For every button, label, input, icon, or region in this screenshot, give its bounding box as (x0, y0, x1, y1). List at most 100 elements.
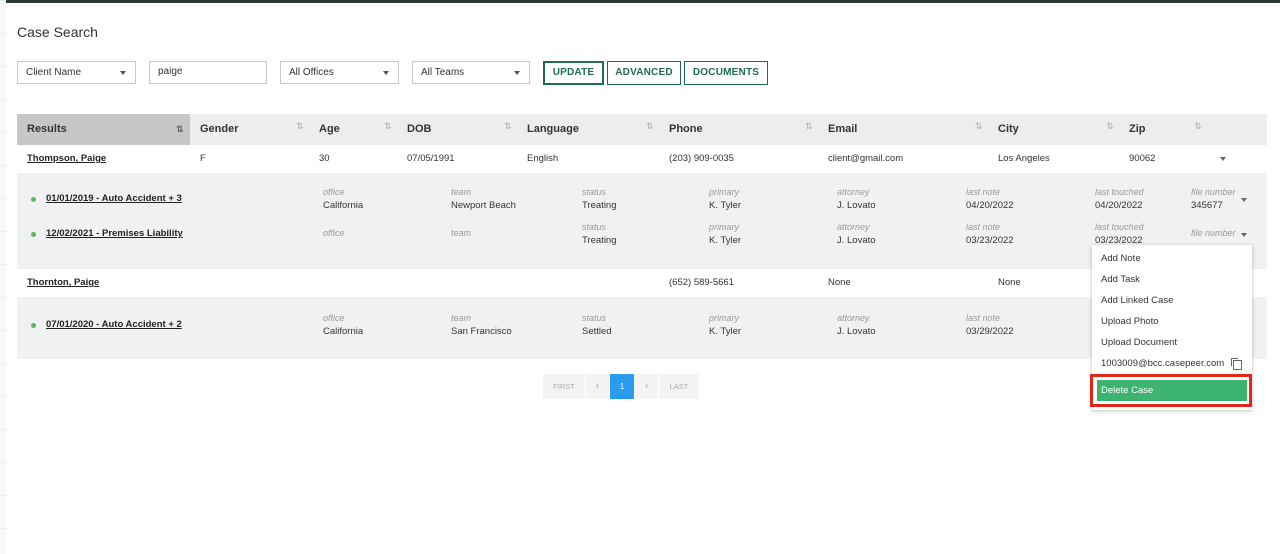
menu-item-add-task[interactable]: Add Task (1101, 274, 1140, 285)
case-link[interactable]: 12/02/2021 - Premises Liability (46, 228, 183, 239)
documents-button[interactable]: DOCUMENTS (684, 61, 768, 85)
menu-item-case-email[interactable]: 1003009@bcc.casepeer.com (1101, 358, 1224, 369)
client-phone: (203) 909-0035 (669, 153, 734, 164)
expand-chevron-icon[interactable] (1220, 157, 1226, 161)
header-dob[interactable]: DOB (407, 114, 431, 145)
case-link[interactable]: 01/01/2019 - Auto Accident + 3 (46, 193, 182, 204)
client-gender: F (200, 153, 206, 164)
pagination-page-1[interactable]: 1 (610, 374, 634, 399)
top-bar (0, 0, 1280, 3)
case-field-label: last note (966, 222, 1001, 232)
client-email: client@gmail.com (828, 153, 904, 164)
case-status: Settled (582, 326, 612, 337)
case-field-label: status (582, 187, 607, 197)
case-list: 07/01/2020 - Auto Accident + 2 office Ca… (17, 297, 1267, 359)
table-header: Results ⇅ Gender Age DOB Language Phone … (17, 114, 1267, 145)
case-field-label: status (582, 313, 607, 323)
client-name-link[interactable]: Thompson, Paige (27, 153, 106, 164)
status-dot (31, 232, 36, 237)
search-input-value: paige (158, 66, 183, 77)
header-phone[interactable]: Phone (669, 114, 703, 145)
case-menu-chevron-icon[interactable] (1241, 198, 1247, 202)
case-attorney: J. Lovato (837, 326, 876, 337)
office-value: All Offices (289, 67, 334, 78)
case-list: 01/01/2019 - Auto Accident + 3 office Ca… (17, 173, 1267, 269)
menu-item-add-linked-case[interactable]: Add Linked Case (1101, 295, 1173, 306)
case-file-number: 345677 (1191, 200, 1223, 211)
case-field-label: file number (1191, 228, 1236, 238)
case-menu-chevron-icon[interactable] (1241, 233, 1247, 237)
case-status: Treating (582, 235, 617, 246)
case-field-label: team (451, 313, 472, 323)
pagination-next[interactable]: › (635, 374, 658, 399)
case-field-label: last note (966, 313, 1001, 323)
case-primary: K. Tyler (709, 200, 742, 211)
table-row: Thompson, Paige F 30 07/05/1991 English … (17, 145, 1267, 173)
header-city[interactable]: City (998, 114, 1019, 145)
case-field-label: office (323, 187, 345, 197)
sort-icon[interactable]: ⇅ (384, 121, 391, 132)
header-language[interactable]: Language (527, 114, 579, 145)
client-age: 30 (319, 153, 330, 164)
header-age[interactable]: Age (319, 114, 340, 145)
case-field-label: office (323, 228, 345, 238)
case-office: California (323, 326, 364, 337)
case-field-label: primary (709, 187, 740, 197)
header-email[interactable]: Email (828, 114, 857, 145)
client-name-link[interactable]: Thornton, Paige (27, 277, 99, 288)
client-phone: (652) 589-5661 (669, 277, 734, 288)
team-select[interactable]: All Teams (412, 61, 530, 84)
page-title: Case Search (17, 24, 98, 40)
office-select[interactable]: All Offices (280, 61, 399, 84)
case-team: San Francisco (451, 326, 512, 337)
sort-icon[interactable]: ⇅ (296, 121, 303, 132)
case-field-label: attorney (837, 187, 870, 197)
case-last-touched: 04/20/2022 (1095, 200, 1143, 211)
pagination-prev[interactable]: ‹ (586, 374, 609, 399)
case-status: Treating (582, 200, 617, 211)
sort-icon[interactable]: ⇅ (1106, 121, 1113, 132)
case-link[interactable]: 07/01/2020 - Auto Accident + 2 (46, 319, 182, 330)
menu-item-upload-photo[interactable]: Upload Photo (1101, 316, 1159, 327)
case-field-label: attorney (837, 222, 870, 232)
menu-item-upload-document[interactable]: Upload Document (1101, 337, 1177, 348)
case-field-label: last touched (1095, 187, 1144, 197)
pagination-first[interactable]: FIRST (543, 374, 585, 399)
sort-icon[interactable]: ⇅ (975, 121, 982, 132)
advanced-button[interactable]: ADVANCED (607, 61, 681, 85)
pagination-last[interactable]: LAST (659, 374, 699, 399)
search-by-select[interactable]: Client Name (17, 61, 136, 84)
case-last-note: 04/20/2022 (966, 200, 1014, 211)
client-email: None (828, 277, 851, 288)
chevron-down-icon (120, 71, 126, 75)
team-value: All Teams (421, 67, 465, 78)
header-gender[interactable]: Gender (200, 114, 239, 145)
client-city: None (998, 277, 1021, 288)
menu-item-add-note[interactable]: Add Note (1101, 253, 1141, 264)
client-dob: 07/05/1991 (407, 153, 455, 164)
update-button[interactable]: UPDATE (543, 61, 604, 85)
header-results[interactable]: Results ⇅ (17, 114, 190, 145)
case-field-label: file number (1191, 187, 1236, 197)
left-sidebar-edge (0, 0, 6, 554)
case-field-label: team (451, 187, 472, 197)
header-zip[interactable]: Zip (1129, 114, 1146, 145)
case-field-label: primary (709, 313, 740, 323)
sort-icon[interactable]: ⇅ (504, 121, 511, 132)
client-language: English (527, 153, 559, 164)
table-row: Thornton, Paige (652) 589-5661 None None (17, 269, 1267, 297)
case-field-label: last touched (1095, 222, 1144, 232)
case-field-label: status (582, 222, 607, 232)
chevron-down-icon (514, 71, 520, 75)
status-dot (31, 197, 36, 202)
sort-icon[interactable]: ⇅ (805, 121, 812, 132)
search-input[interactable]: paige (149, 61, 267, 84)
client-city: Los Angeles (998, 153, 1050, 164)
copy-icon[interactable] (1231, 358, 1242, 370)
case-primary: K. Tyler (709, 235, 742, 246)
sort-icon[interactable]: ⇅ (176, 114, 183, 145)
header-results-label: Results (27, 123, 67, 135)
case-field-label: attorney (837, 313, 870, 323)
sort-icon[interactable]: ⇅ (646, 121, 653, 132)
sort-icon[interactable]: ⇅ (1194, 121, 1201, 132)
